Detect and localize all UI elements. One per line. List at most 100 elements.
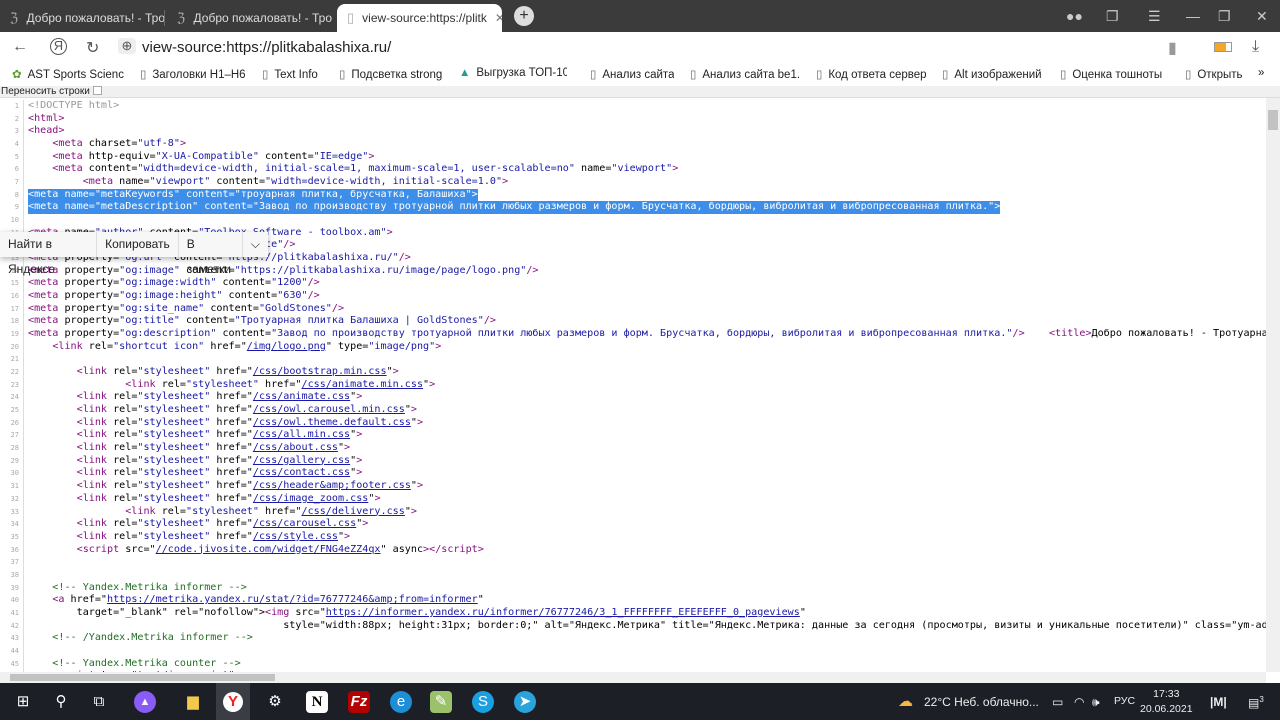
code-line: 36 <script src="//code.jivosite.com/widg…	[0, 543, 1266, 557]
code-line: 8 <meta name="metaKeywords" content="троу…	[0, 188, 1266, 202]
notifications-icon[interactable]: ▤3	[1248, 695, 1264, 710]
bookmark-item[interactable]: ▯ Оценка тошноты	[1060, 67, 1162, 81]
vertical-scrollbar[interactable]	[1266, 98, 1280, 672]
close-window-icon[interactable]: ✕	[1256, 8, 1268, 25]
new-tab-button[interactable]: +	[514, 6, 534, 26]
notion-icon[interactable]: N	[306, 691, 328, 713]
search-yandex-button[interactable]: Найти в Яндексе	[0, 232, 98, 276]
battery-saver-icon[interactable]	[1214, 42, 1232, 52]
code-text: <a href="https://metrika.yandex.ru/stat/…	[52, 594, 484, 606]
code-text: <!-- Yandex.Metrika informer -->	[28, 581, 247, 593]
bookmark-item[interactable]: ▲ Выгрузка ТОП-10	[459, 67, 567, 79]
wifi-icon[interactable]: ◠	[1074, 695, 1084, 709]
line-number: 26	[0, 416, 24, 430]
reload-icon[interactable]: ↻	[86, 38, 99, 58]
code-line: 43 <!-- /Yandex.Metrika informer -->	[0, 632, 1266, 645]
volume-icon[interactable]: 🕪	[1092, 695, 1100, 710]
settings-icon[interactable]: ⚙	[264, 691, 286, 713]
collections-icon[interactable]: ❐	[1106, 8, 1119, 25]
edge-icon[interactable]: e	[390, 691, 412, 713]
code-text: <link rel="stylesheet" href="/css/header…	[76, 480, 424, 492]
clock[interactable]: 17:33 20.06.2021	[1140, 687, 1193, 717]
code-text: <meta property="og:description" content=…	[28, 328, 1266, 340]
bookmark-label: AST Sports Science	[27, 69, 124, 81]
tab-3-active[interactable]: ▯ view-source:https://plitk ✕	[337, 4, 502, 32]
tab-2[interactable]: ℨ Добро пожаловать! - Тро	[167, 4, 332, 32]
file-explorer-icon[interactable]: ▆	[182, 691, 204, 713]
bookmark-item[interactable]: ▯ Анализ сайта	[590, 67, 674, 81]
code-line: 9 <meta name="metaDescription" content="З…	[0, 201, 1266, 215]
line-number: 36	[0, 543, 24, 557]
line-number: 33	[0, 505, 24, 519]
line-number: 1	[0, 100, 24, 113]
bookmark-item[interactable]: ▯ Анализ сайта be1.	[690, 67, 800, 81]
line-number: 43	[0, 632, 24, 645]
bookmark-item[interactable]: ✿ AST Sports Science	[12, 67, 124, 81]
taskbar: ⊞ ⚲ ⧉ ▲ ▆ Y ⚙ N Fz e ✎ S ➤ ☁ 22°C Неб. о…	[0, 683, 1280, 720]
battery-icon[interactable]: ▭	[1052, 695, 1063, 709]
task-view-icon[interactable]: ⧉	[88, 691, 110, 713]
code-text: style="width:88px; height:31px; border:0…	[28, 619, 1266, 631]
code-line: 2 <html>	[0, 112, 1266, 126]
bookmark-item[interactable]: ▯ Открыть	[1185, 67, 1243, 81]
yandex-browser-icon[interactable]: Y	[216, 683, 250, 720]
line-number: 10	[0, 214, 24, 227]
copy-button[interactable]: Копировать	[97, 232, 179, 257]
alice-icon[interactable]: ▲	[134, 691, 156, 713]
notepad-icon[interactable]: ✎	[430, 691, 452, 713]
weather-icon[interactable]: ☁	[898, 692, 913, 710]
code-line: 10	[0, 214, 1266, 227]
code-line: 28 <link rel="stylesheet" href="/css/abo…	[0, 442, 1266, 455]
line-number: 22	[0, 366, 24, 379]
source-code-view[interactable]: 1 <!DOCTYPE html> 2 <html> 3 <head> 4 <meta ch…	[0, 100, 1266, 672]
more-bookmarks-icon[interactable]: »	[1258, 67, 1264, 79]
code-text: <link rel="stylesheet" href="/css/carous…	[76, 518, 369, 530]
bookmark-item[interactable]: ▯ Заголовки H1–H6	[140, 67, 246, 81]
url-input[interactable]: view-source:https://plitkabalashixa.ru/	[142, 39, 391, 56]
bookmark-item[interactable]: ▯ Подсветка strong	[339, 67, 442, 81]
code-text: <!DOCTYPE html>	[28, 100, 120, 111]
skype-icon[interactable]: S	[472, 691, 494, 713]
code-text: <link rel="stylesheet" href="/css/owl.ca…	[76, 404, 417, 416]
language-indicator[interactable]: РУС	[1114, 695, 1135, 707]
telegram-icon[interactable]: ➤	[514, 691, 536, 713]
close-tab-icon[interactable]: ✕	[495, 11, 502, 25]
search-icon[interactable]: ⚲	[50, 691, 72, 713]
back-icon[interactable]: ←	[12, 38, 28, 56]
minimize-icon[interactable]: —	[1186, 8, 1200, 24]
code-line: 25 <link rel="stylesheet" href="/css/owl…	[0, 404, 1266, 417]
tab-label: view-source:https://plitk	[362, 11, 487, 25]
meet-icon[interactable]: |M|	[1210, 695, 1227, 709]
code-line: 17 <meta property="og:site_name" content=…	[0, 302, 1266, 316]
restore-icon[interactable]: ❐	[1218, 8, 1231, 25]
horizontal-scrollbar[interactable]	[0, 672, 1266, 683]
bookmark-item[interactable]: ▯ Text Info	[262, 67, 318, 81]
line-number: 7	[0, 176, 24, 189]
line-number: 45	[0, 657, 24, 671]
windows-start-icon[interactable]: ⊞	[12, 691, 34, 713]
yandex-icon[interactable]: Я	[50, 38, 67, 55]
code-line: 38	[0, 568, 1266, 582]
code-line: 24 <link rel="stylesheet" href="/css/ani…	[0, 391, 1266, 405]
code-line: 34 <link rel="stylesheet" href="/css/car…	[0, 518, 1266, 531]
menu-icon[interactable]: ☰	[1148, 8, 1161, 25]
tab-1[interactable]: ℨ Добро пожаловать! - Тро	[0, 4, 165, 32]
add-to-notes-button[interactable]: В заметки	[179, 232, 243, 276]
wrap-lines-checkbox[interactable]	[92, 86, 102, 95]
chevron-down-icon[interactable]: ⌵	[243, 232, 268, 257]
filezilla-icon[interactable]: Fz	[348, 691, 370, 713]
bookmark-icon[interactable]: ▮	[1168, 38, 1177, 58]
incognito-glasses-icon[interactable]: ●●	[1066, 8, 1083, 24]
code-line: 1 <!DOCTYPE html>	[0, 100, 1266, 113]
code-line: 20 <link rel="shortcut icon" href="/img/…	[0, 340, 1266, 354]
globe-icon[interactable]: ⊕	[118, 38, 136, 54]
code-line: 33 <link rel="stylesheet" href="/css/del…	[0, 505, 1266, 519]
bookmark-item[interactable]: ▯ Код ответа сервер	[816, 67, 926, 81]
download-icon[interactable]: ⤓	[1252, 38, 1259, 56]
line-number: 17	[0, 302, 24, 316]
code-text: <!-- Yandex.Metrika counter -->	[28, 657, 241, 669]
code-line: 30 <link rel="stylesheet" href="/css/con…	[0, 467, 1266, 481]
line-number: 35	[0, 530, 24, 544]
weather-text[interactable]: 22°C Неб. облачно...	[924, 695, 1039, 709]
bookmark-item[interactable]: ▯ Alt изображений	[942, 67, 1042, 81]
